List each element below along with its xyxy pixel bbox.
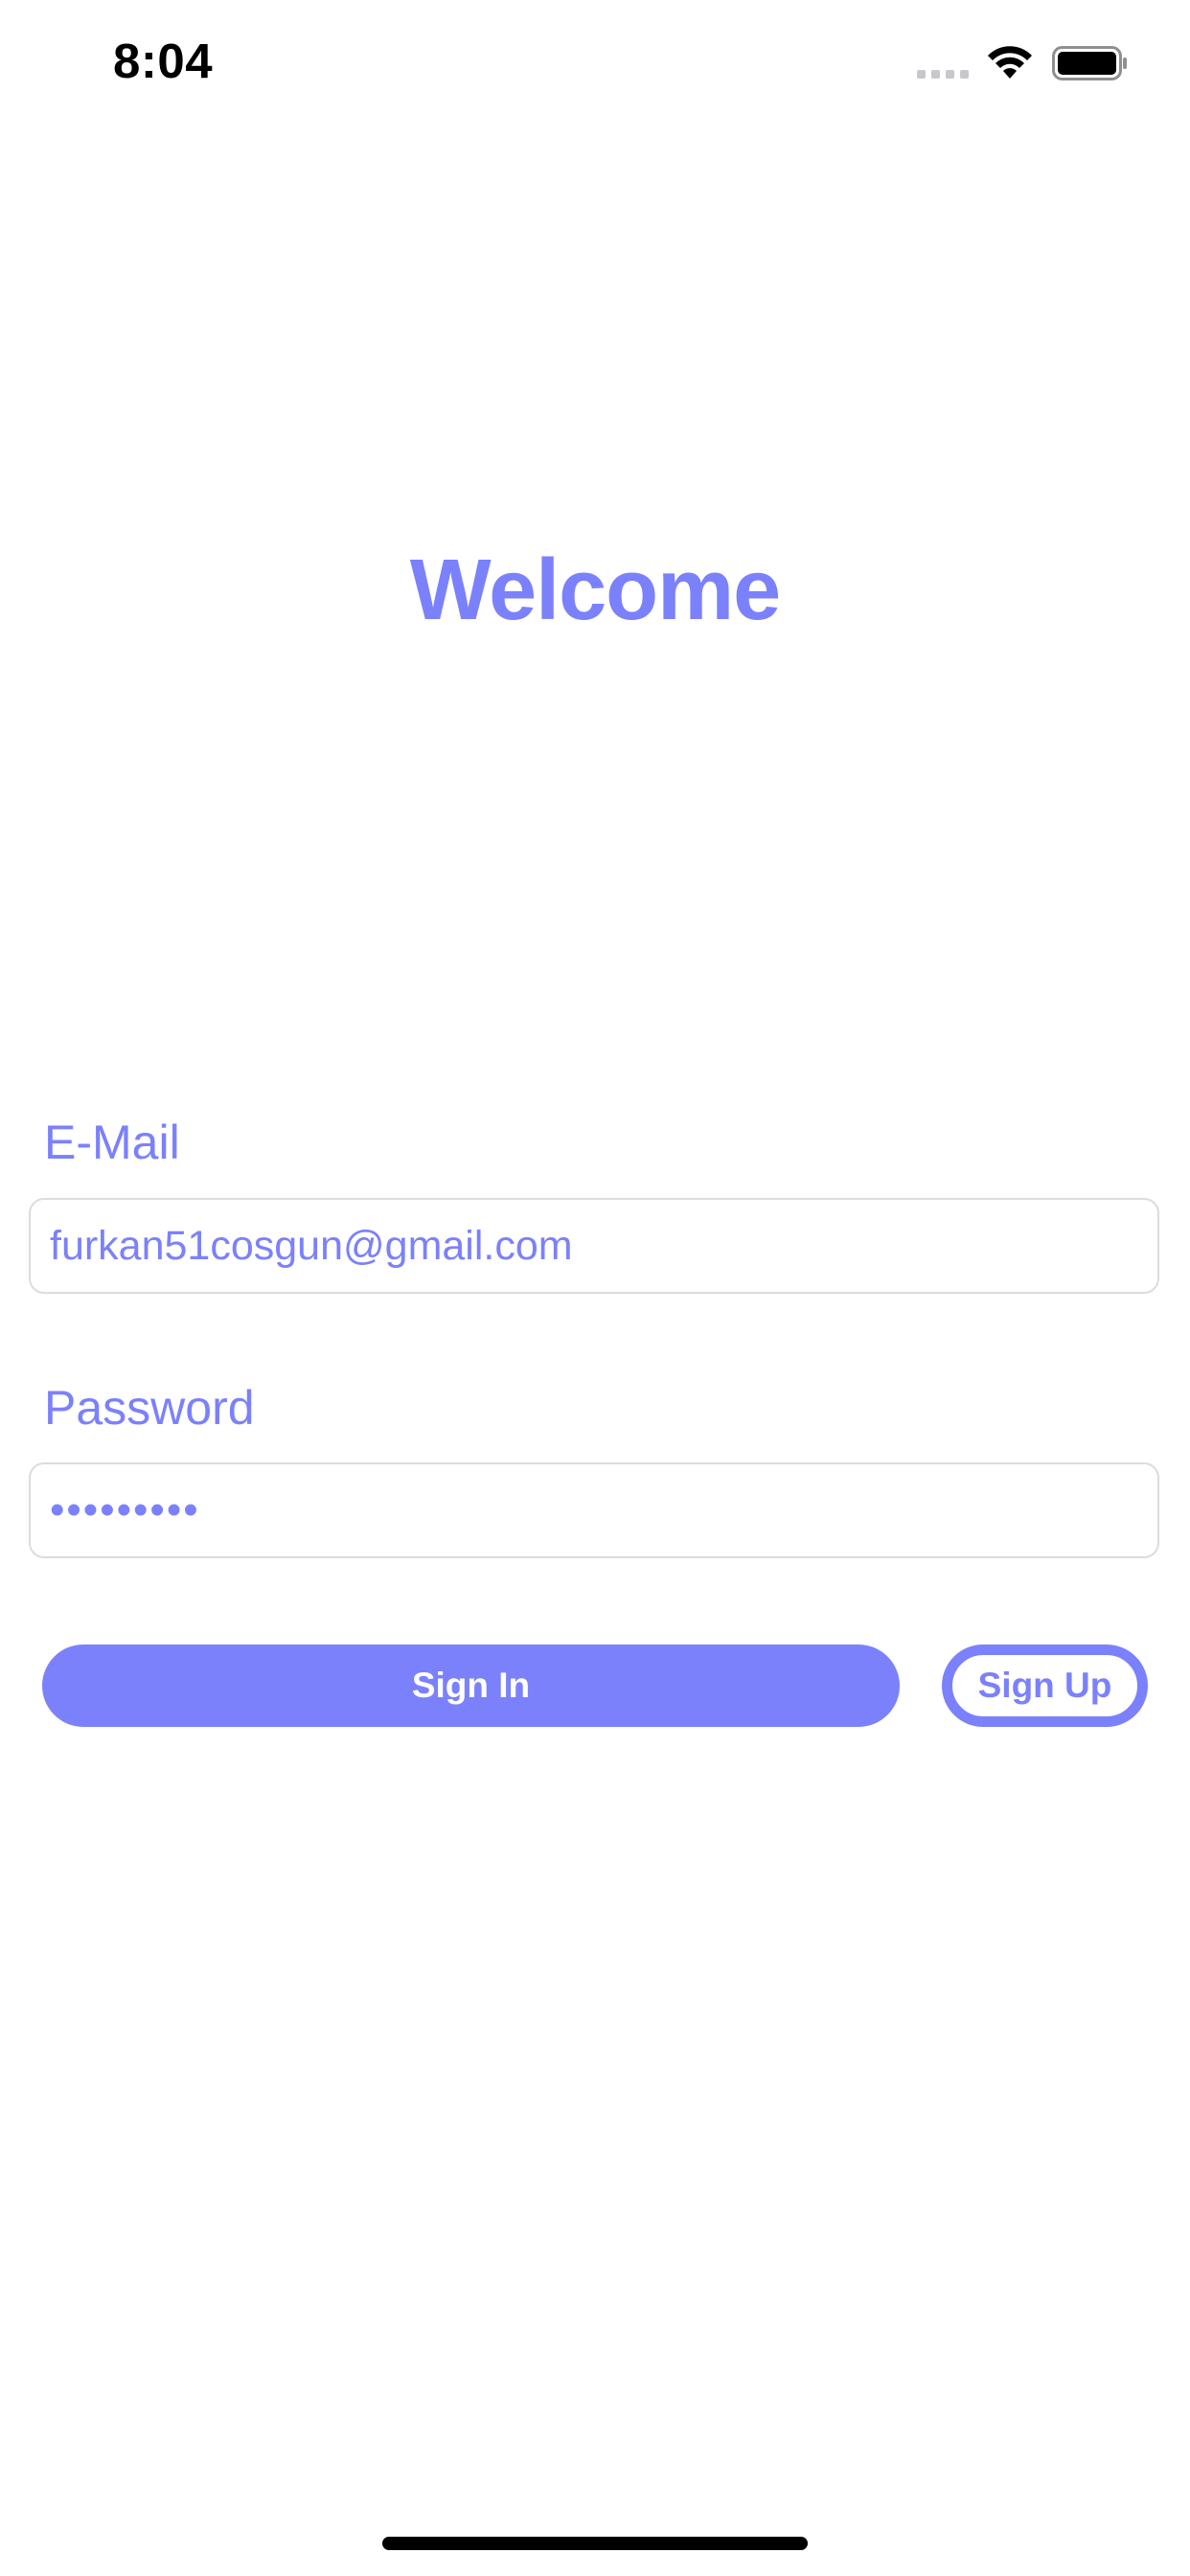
page-title: Welcome	[409, 542, 782, 638]
sign-up-button[interactable]: Sign Up	[942, 1644, 1148, 1727]
email-value: furkan51cosgun@gmail.com	[50, 1222, 573, 1269]
battery-icon	[1052, 46, 1127, 80]
password-field[interactable]: •••••••••	[29, 1462, 1159, 1558]
password-value: •••••••••	[50, 1486, 200, 1533]
home-indicator[interactable]	[382, 2537, 808, 2550]
email-field[interactable]: furkan51cosgun@gmail.com	[29, 1198, 1159, 1294]
wifi-icon	[988, 46, 1032, 79]
cellular-signal-icon	[917, 70, 969, 79]
email-label: E-Mail	[44, 1116, 180, 1169]
password-label: Password	[44, 1381, 255, 1435]
sign-in-button[interactable]: Sign In	[42, 1644, 900, 1727]
status-time: 8:04	[113, 34, 214, 88]
